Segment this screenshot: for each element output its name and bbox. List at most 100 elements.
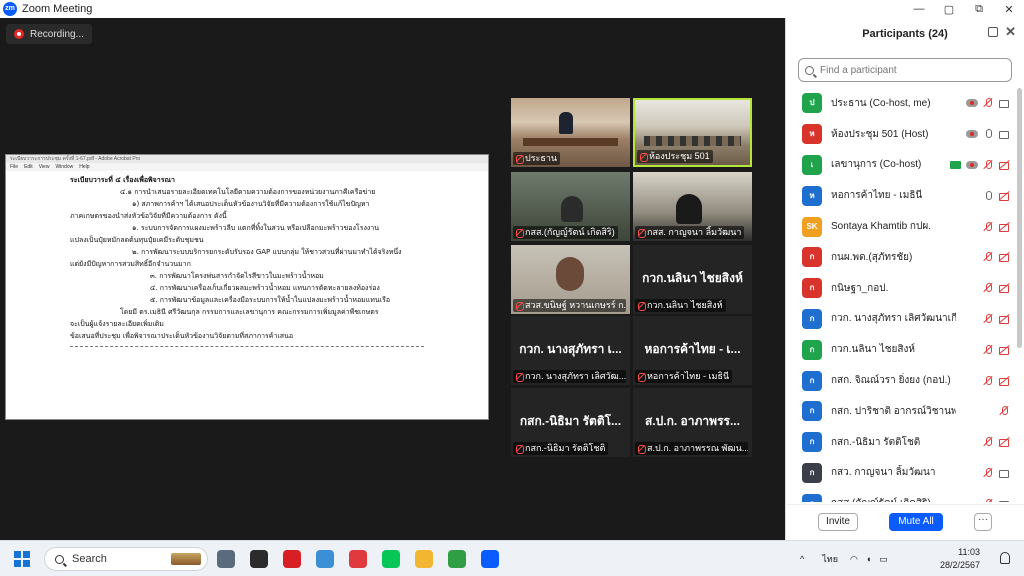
video-icon[interactable] [999, 98, 1010, 109]
participant-row[interactable]: ป ประธาน (Co-host, me) [786, 88, 1012, 119]
participant-row[interactable]: ก กวก.นลินา ไชยสิงห์ [786, 334, 1012, 365]
video-off-icon[interactable] [999, 345, 1010, 355]
muted-mic-icon[interactable] [983, 498, 994, 502]
weather-icon[interactable] [316, 550, 334, 568]
muted-mic-icon[interactable] [983, 344, 994, 355]
video-off-icon[interactable] [999, 376, 1010, 386]
close-panel-icon[interactable]: ✕ [1005, 24, 1016, 40]
video-tile[interactable]: กวก. นางสุภัทรา เ... กวก. นางสุภัทรา เลิศ… [511, 316, 630, 385]
participant-row[interactable]: เ เลขานุการ (Co-host) [786, 150, 1012, 181]
participant-row[interactable]: ก กสก.-นิธิมา รัตติโชติ [786, 427, 1012, 458]
restore-button[interactable]: ⧉ [964, 3, 994, 16]
language-indicator[interactable]: ไทย [822, 552, 838, 566]
maximize-button[interactable]: ▢ [934, 3, 964, 16]
muted-mic-icon[interactable] [983, 159, 994, 170]
folder-icon[interactable] [415, 550, 433, 568]
video-icon[interactable] [999, 468, 1010, 478]
start-button[interactable] [14, 551, 30, 567]
participant-name: ประธาน (Co-host, me) [831, 97, 931, 109]
windows-taskbar: Search ^ ไทย ◠ ◖ ▭ 11:03 28/2/2567 [0, 540, 1024, 576]
video-off-icon[interactable] [999, 222, 1010, 232]
participant-status-icons [983, 252, 1010, 263]
participant-name: Sontaya Khamtib กปผ. [831, 221, 931, 233]
speedometer-icon[interactable] [250, 550, 268, 568]
muted-mic-icon[interactable] [983, 375, 994, 386]
shared-screen-document: ระเบียบวาระการประชุม ครั้งที่ 1-67.pdf -… [5, 154, 489, 420]
avatar: ป [802, 93, 822, 114]
participant-row[interactable]: ก กนิษฐา_กอป. [786, 273, 1012, 304]
muted-mic-icon[interactable] [983, 221, 994, 232]
recording-indicator[interactable]: Recording... [6, 24, 92, 44]
chrome-icon[interactable] [448, 550, 466, 568]
participant-search[interactable] [798, 58, 1012, 82]
minimize-button[interactable]: — [904, 3, 934, 16]
clock[interactable]: 11:03 28/2/2567 [940, 546, 980, 572]
doc-line: ภาคเกษตรของนำส่งหัวข้อวิจัยที่มีความต้อง… [70, 212, 227, 220]
muted-mic-icon[interactable] [983, 437, 994, 447]
video-off-icon[interactable] [999, 160, 1010, 170]
video-tile[interactable]: กวก.นลินา ไชยสิงห์ กวก.นลินา ไชยสิงห์ [633, 245, 752, 314]
video-tile[interactable]: ห้องประชุม 501 [633, 98, 752, 167]
volume-icon[interactable]: ◖ [866, 554, 871, 564]
meeting-video-area: Recording... ระเบียบวาระการประชุม ครั้งท… [0, 18, 785, 540]
muted-mic-icon[interactable] [983, 283, 994, 293]
participant-row[interactable]: ก กนผ.พด.(สุภัทรชัย) [786, 242, 1012, 273]
netflix-icon[interactable] [283, 550, 301, 568]
tile-name-label: กสส.(กัญญ์รัตน์ เกิดสิริ) [513, 226, 618, 239]
muted-mic-icon[interactable] [983, 313, 994, 324]
video-tile[interactable]: กสส. กาญจนา ลิ้มวัฒนา [633, 172, 752, 241]
video-off-icon[interactable] [999, 191, 1010, 201]
participant-name: กสก.-นิธิมา รัตติโชติ [831, 436, 921, 448]
cloud-recording-icon [966, 160, 978, 169]
participant-row[interactable]: ห หอการค้าไทย - เมธินี [786, 180, 1012, 211]
more-options-button[interactable]: ··· [974, 513, 992, 531]
participant-name: กนผ.พด.(สุภัทรชัย) [831, 251, 913, 263]
participant-row[interactable]: SK Sontaya Khamtib กปผ. [786, 211, 1012, 242]
invite-button[interactable]: Invite [818, 513, 858, 531]
video-off-icon[interactable] [999, 283, 1010, 294]
mute-all-button[interactable]: Mute All [889, 513, 943, 531]
wifi-icon[interactable]: ◠ [850, 554, 858, 565]
battery-icon[interactable]: ▭ [879, 554, 888, 565]
video-tile[interactable]: สวส.ขนิษฐ์ หวานเกษรร์ ก... [511, 245, 630, 314]
participant-list-scrollbar[interactable] [1017, 88, 1022, 348]
participant-row[interactable]: ก กสก. ปาริชาติ อากรณ์วิชานพ [786, 396, 1012, 427]
tile-name-label: สวส.ขนิษฐ์ หวานเกษรร์ ก... [513, 299, 626, 312]
participant-row[interactable]: ห ห้องประชุม 501 (Host) [786, 119, 1012, 150]
mic-icon[interactable] [983, 129, 994, 139]
doc-menu-edit: Edit [24, 164, 33, 170]
mic-icon[interactable] [983, 190, 994, 201]
participant-row[interactable]: ก กสก. จิณณ์วรา ยิ่งยง (กอป.) [786, 365, 1012, 396]
screen-share-icon [950, 160, 961, 169]
video-icon[interactable] [999, 499, 1010, 502]
zoom-icon[interactable] [481, 550, 499, 568]
muted-mic-icon[interactable] [983, 467, 994, 478]
video-tile[interactable]: กสก.-นิธิมา รัตติโ... กสก.-นิธิมา รัตติโช… [511, 388, 630, 457]
pop-out-icon[interactable] [988, 27, 998, 37]
participant-row[interactable]: ก กสส.(กัญญ์รัตน์ เกิดสิริ) [786, 488, 1012, 502]
video-off-icon[interactable] [999, 252, 1010, 263]
anydesk-icon[interactable] [349, 550, 367, 568]
participant-name: กสก. จิณณ์วรา ยิ่งยง (กอป.) [831, 375, 951, 387]
muted-mic-icon[interactable] [983, 252, 994, 262]
muted-mic-icon[interactable] [983, 98, 994, 108]
participant-row[interactable]: ก กวก. นางสุภัทรา เลิศวัฒนาเกียรติ [786, 304, 1012, 335]
video-icon[interactable] [999, 129, 1010, 140]
participant-search-input[interactable] [820, 64, 1000, 76]
taskbar-search[interactable]: Search [44, 547, 208, 571]
video-tile[interactable]: กสส.(กัญญ์รัตน์ เกิดสิริ) [511, 172, 630, 241]
video-tile[interactable]: หอการค้าไทย - เ... หอการค้าไทย - เมธินี [633, 316, 752, 385]
line-icon[interactable] [382, 550, 400, 568]
muted-mic-icon[interactable] [999, 406, 1010, 416]
video-off-icon[interactable] [999, 314, 1010, 324]
task-view-icon[interactable] [217, 550, 235, 568]
video-tile[interactable]: ส.ป.ก. อาภาพรร... ส.ป.ก. อาภาพรรณ พัฒน... [633, 388, 752, 457]
notification-bell-icon[interactable] [1000, 552, 1010, 564]
participant-row[interactable]: ก กสว. กาญจนา ลิ้มวัฒนา [786, 458, 1012, 489]
avatar: ก [802, 370, 822, 391]
video-off-icon[interactable] [999, 437, 1010, 448]
close-button[interactable]: ✕ [994, 3, 1024, 16]
video-tile[interactable]: ประธาน [511, 98, 630, 167]
tray-chevron-icon[interactable]: ^ [800, 554, 804, 564]
participant-status-icons [983, 467, 1010, 478]
